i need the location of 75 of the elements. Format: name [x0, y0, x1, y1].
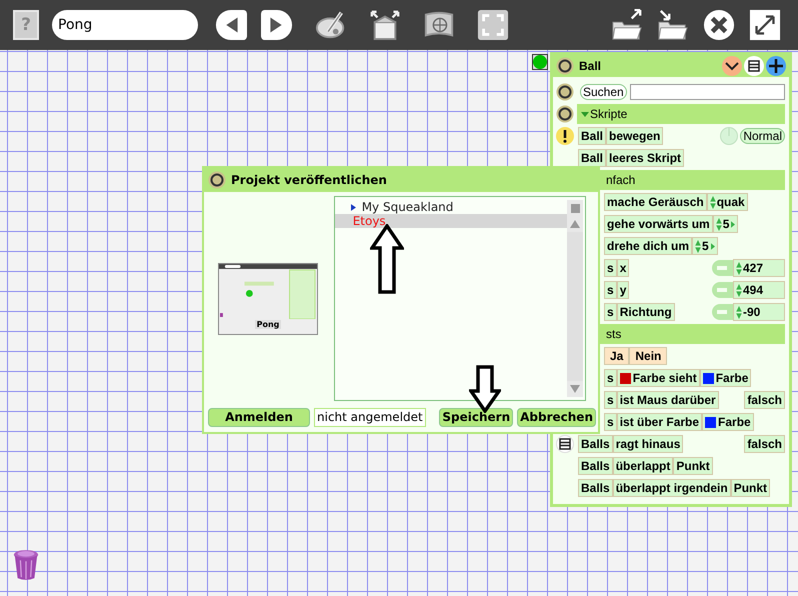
command-tile[interactable]: Punkt: [730, 479, 770, 497]
exclamation-icon[interactable]: [556, 127, 574, 145]
object-tile[interactable]: Balls: [578, 435, 613, 453]
previous-page-icon[interactable]: [215, 9, 247, 41]
next-page-icon[interactable]: [261, 9, 293, 41]
command-tile[interactable]: mache Geräusch: [604, 193, 707, 211]
command-tile[interactable]: Farbe: [702, 413, 754, 431]
command-tile[interactable]: leeres Skript: [606, 149, 684, 167]
add-icon[interactable]: [766, 56, 786, 76]
command-tile[interactable]: x: [616, 259, 630, 277]
circle-menu-icon[interactable]: [556, 82, 574, 100]
dialog-title: Projekt veröffentlichen: [231, 173, 387, 187]
menu-icon[interactable]: [744, 56, 764, 76]
command-tile[interactable]: drehe dich um: [604, 237, 692, 255]
value-readout: falsch: [744, 391, 785, 409]
command-tile[interactable]: Farbe sieht: [616, 369, 700, 387]
folder-import-icon[interactable]: [657, 9, 689, 41]
folder-export-icon[interactable]: [611, 9, 643, 41]
color-swatch[interactable]: [702, 372, 714, 384]
parameter-tile[interactable]: quak: [706, 193, 748, 211]
command-tile[interactable]: Richtung: [616, 303, 675, 321]
command-tile[interactable]: ragt hinaus: [612, 435, 684, 453]
login-button[interactable]: Anmelden: [208, 408, 310, 426]
command-tile[interactable]: bewegen: [606, 127, 664, 145]
supplies-box-icon[interactable]: [369, 9, 401, 41]
value-readout[interactable]: -90: [733, 303, 785, 321]
object-tile[interactable]: Ball: [578, 127, 606, 145]
command-tile[interactable]: Farbe: [700, 369, 752, 387]
circle-menu-icon[interactable]: [556, 105, 574, 123]
chevron-down-icon[interactable]: [722, 56, 742, 76]
object-tile[interactable]: Balls: [578, 457, 613, 475]
project-name-field[interactable]: Pong: [52, 10, 198, 40]
thumbnail-label: Pong: [254, 320, 282, 329]
color-swatch[interactable]: [705, 416, 716, 428]
expand-triangle-icon[interactable]: [350, 204, 356, 210]
object-tile[interactable]: s: [604, 259, 617, 277]
value-readout[interactable]: 427: [733, 259, 785, 277]
object-tile[interactable]: s: [604, 303, 617, 321]
cancel-button[interactable]: Abbrechen: [517, 408, 596, 426]
circle-menu-icon[interactable]: [556, 57, 574, 75]
expand-icon[interactable]: [749, 9, 781, 41]
choice-tile[interactable]: Nein: [629, 347, 668, 365]
command-tile[interactable]: Punkt: [673, 457, 713, 475]
paint-palette-icon[interactable]: [315, 9, 347, 41]
object-tile[interactable]: s: [604, 391, 617, 409]
login-status-field: nicht angemeldet: [314, 408, 426, 426]
ticking-status-button[interactable]: Normal: [740, 128, 785, 144]
value-readout: falsch: [744, 435, 785, 453]
command-tile[interactable]: überlappt: [612, 457, 674, 475]
object-tile[interactable]: s: [604, 281, 617, 299]
menu-icon[interactable]: [556, 435, 574, 453]
save-button[interactable]: Speichern: [439, 408, 514, 426]
command-tile[interactable]: überlappt irgendein: [612, 479, 731, 497]
section-header[interactable]: Skripte: [577, 104, 785, 124]
object-tile[interactable]: Ball: [578, 149, 606, 167]
ball-thumbnail-icon[interactable]: [532, 54, 548, 70]
object-tile[interactable]: s: [604, 369, 617, 387]
close-icon[interactable]: [703, 9, 735, 41]
triangle-icon[interactable]: [581, 110, 589, 118]
object-tile[interactable]: s: [604, 413, 617, 431]
circle-menu-icon[interactable]: [208, 171, 226, 189]
object-tile[interactable]: Balls: [578, 479, 613, 497]
search-button[interactable]: Suchen: [580, 84, 627, 100]
command-tile[interactable]: ist über Farbe: [616, 413, 702, 431]
value-readout[interactable]: 494: [733, 281, 785, 299]
color-swatch[interactable]: [620, 372, 631, 384]
command-tile[interactable]: gehe vorwärts um: [604, 215, 713, 233]
choice-tile[interactable]: Ja: [604, 347, 630, 365]
trash-can-icon[interactable]: [12, 548, 40, 582]
command-tile[interactable]: y: [616, 281, 630, 299]
viewer-title: Ball: [579, 59, 602, 73]
fullscreen-icon[interactable]: [477, 9, 509, 41]
search-field[interactable]: [630, 84, 785, 100]
tree-item[interactable]: My Squeakland: [334, 200, 567, 214]
command-tile[interactable]: ist Maus darüber: [616, 391, 719, 409]
